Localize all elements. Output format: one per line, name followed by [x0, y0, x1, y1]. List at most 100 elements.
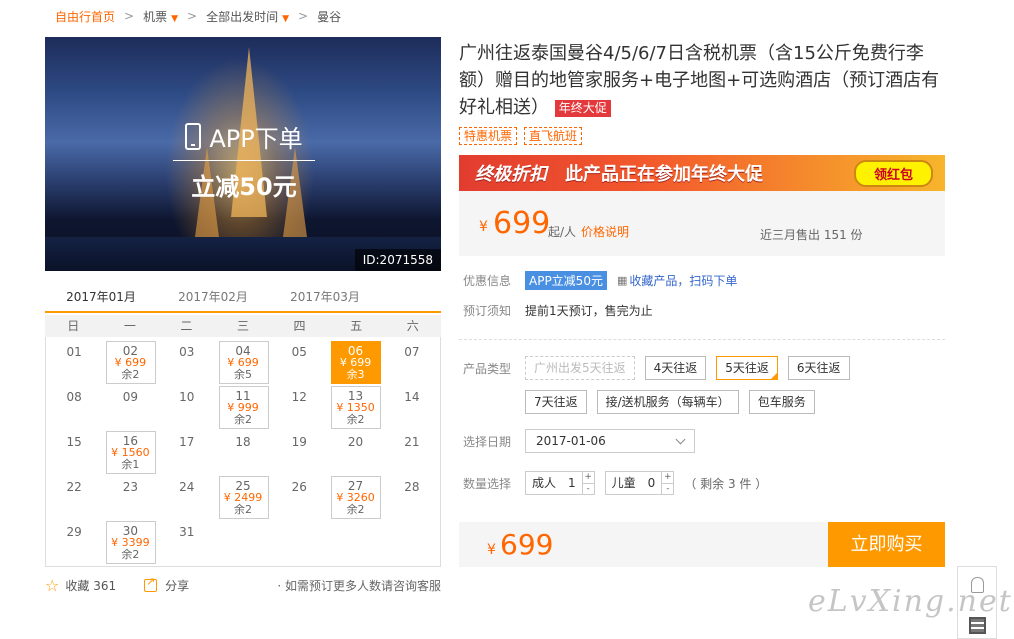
calendar-day-cell[interactable]: 04 ¥ 699 余5 — [215, 337, 271, 384]
calendar-day-cell: 03 — [159, 337, 215, 382]
option-6day[interactable]: 6天往返 — [787, 356, 850, 380]
buy-bar: ¥ 699 立即购买 — [459, 522, 945, 567]
decrement-icon[interactable]: - — [582, 482, 594, 495]
calendar-day-cell: 26 — [271, 472, 327, 517]
option-charter-car[interactable]: 包车服务 — [748, 390, 815, 414]
option-airport-transfer[interactable]: 接/送机服务（每辆车） — [596, 390, 739, 414]
calendar-day-number: 05 — [291, 345, 307, 359]
calendar-day-cell: 05 — [271, 337, 327, 382]
option-guangzhou-5day: 广州出发5天往返 — [525, 356, 635, 380]
calendar-day-cell: 08 — [46, 382, 102, 427]
calendar-day-remaining: 余2 — [233, 413, 252, 426]
calendar-day-cell[interactable]: 02 ¥ 699 余2 — [102, 337, 158, 384]
weekday-label: 三 — [236, 319, 249, 333]
product-tags: 特惠机票 直飞航班 — [459, 127, 583, 145]
product-hero-image: APP下单 立减50元 ID:2071558 — [45, 37, 441, 271]
option-4day[interactable]: 4天往返 — [644, 356, 707, 380]
stock-remaining: （ 剩余 3 件 ） — [684, 476, 768, 491]
weekday-label: 一 — [123, 319, 136, 333]
promo-tag: 年终大促 — [554, 99, 611, 117]
quantity-row: 数量选择 成人 1 + - 儿童 0 + - （ 剩余 3 件 ） — [463, 471, 767, 495]
app-promo-line2: 立减50元 — [191, 173, 297, 201]
app-promo-line1: APP下单 — [209, 125, 303, 153]
breadcrumb-item-label: 机票 — [143, 9, 168, 24]
tab-month-jan[interactable]: 2017年01月 — [45, 286, 157, 311]
qr-code-icon[interactable] — [969, 617, 986, 634]
tag-direct-flight: 直飞航班 — [524, 127, 583, 145]
watermark: eLvXing.net — [808, 584, 1013, 619]
discount-label: 优惠信息 — [463, 274, 512, 288]
breadcrumb-item-flight[interactable]: 机票 ▼ — [143, 8, 178, 25]
calendar-day-remaining: 余5 — [233, 368, 252, 381]
calendar-day-number: 07 — [404, 345, 420, 359]
promo-banner[interactable]: 终极折扣 此产品正在参加年终大促 领红包 — [459, 155, 945, 191]
calendar-day-number: 01 — [66, 345, 82, 359]
calendar-day-number: 26 — [291, 480, 307, 494]
calendar-day-cell[interactable]: 11 ¥ 999 余2 — [215, 382, 271, 429]
product-type-row-2: 7天往返 接/送机服务（每辆车） 包车服务 — [525, 390, 815, 414]
calendar-weekday-header: 日 一 二 三 四 五 六 — [45, 315, 441, 337]
date-select-dropdown[interactable]: 2017-01-06 — [525, 429, 695, 453]
breadcrumb-home-link[interactable]: 自由行首页 — [55, 8, 115, 25]
total-amount: 699 — [500, 528, 554, 561]
booking-notice-text: 提前1天预订，售完为止 — [525, 304, 653, 318]
calendar-day-cell: 17 — [159, 427, 215, 472]
adult-value[interactable]: 1 — [562, 472, 582, 494]
buy-now-button[interactable]: 立即购买 — [828, 522, 945, 567]
product-type-row: 产品类型 广州出发5天往返 4天往返 5天往返 6天往返 — [463, 356, 850, 380]
tab-month-mar[interactable]: 2017年03月 — [269, 286, 381, 311]
calendar-day-cell[interactable]: 16 ¥ 1560 余1 — [102, 427, 158, 474]
calendar-day-number: 14 — [404, 390, 420, 404]
favorite-button[interactable]: 收藏 361 — [65, 577, 116, 594]
calendar-day-number: 21 — [404, 435, 420, 449]
child-quantity-stepper[interactable]: 儿童 0 + - — [604, 471, 675, 495]
favorite-scan-link[interactable]: 收藏产品，扫码下单 — [629, 272, 737, 289]
child-label: 儿童 — [611, 476, 636, 490]
weekday-label: 二 — [180, 319, 193, 333]
weekday-label: 六 — [406, 319, 419, 333]
decrement-icon[interactable]: - — [662, 482, 674, 495]
adult-quantity-stepper[interactable]: 成人 1 + - — [525, 471, 595, 495]
divider — [459, 339, 945, 340]
date-select-label: 选择日期 — [463, 434, 512, 449]
calendar-day-number: 20 — [347, 435, 364, 449]
claim-red-packet-button[interactable]: 领红包 — [853, 159, 933, 187]
breadcrumb-item-departure-time[interactable]: 全部出发时间 ▼ — [206, 8, 289, 25]
calendar-day-remaining: 余3 — [346, 368, 365, 381]
increment-icon[interactable]: + — [583, 472, 594, 483]
group-booking-note: · 如需预订更多人数请咨询客服 — [277, 579, 441, 593]
calendar-day-cell[interactable]: 27 ¥ 3260 余2 — [327, 472, 383, 519]
calendar-day-cell: 22 — [46, 472, 102, 517]
calendar-day-remaining: 余2 — [121, 548, 140, 561]
calendar-day-remaining: 余1 — [121, 458, 140, 471]
adult-label: 成人 — [532, 476, 557, 490]
share-icon[interactable] — [144, 575, 158, 592]
calendar-day-cell: 18 — [215, 427, 271, 472]
star-icon[interactable]: ☆ — [45, 576, 59, 595]
calendar-day-cell[interactable]: 13 ¥ 1350 余2 — [327, 382, 383, 429]
calendar-day-cell[interactable]: 25 ¥ 2499 余2 — [215, 472, 271, 519]
calendar-day-number: 12 — [291, 390, 307, 404]
option-5day[interactable]: 5天往返 — [716, 356, 778, 380]
calendar-day-cell: 19 — [271, 427, 327, 472]
option-7day[interactable]: 7天往返 — [525, 390, 587, 414]
increment-icon[interactable]: + — [662, 472, 673, 483]
calendar-day-cell[interactable]: 06 ¥ 699 余3 — [327, 337, 383, 384]
product-type-label: 产品类型 — [463, 361, 512, 376]
breadcrumb-separator: > — [187, 9, 198, 23]
calendar-day-cell: 20 — [327, 427, 383, 472]
child-value[interactable]: 0 — [642, 472, 662, 494]
weekday-label: 日 — [67, 319, 80, 333]
tab-month-feb[interactable]: 2017年02月 — [157, 286, 269, 311]
share-button[interactable]: 分享 — [165, 577, 189, 594]
calendar-day-cell: 15 — [46, 427, 102, 472]
app-discount-badge: APP立减50元 — [525, 271, 607, 290]
price-explain-link[interactable]: 价格说明 — [581, 223, 629, 240]
calendar-day-cell[interactable]: 30 ¥ 3399 余2 — [102, 517, 158, 564]
calendar-grid: 01 02 ¥ 699 余2 03 04 ¥ 699 余5 05 06 ¥ 699 余3 07 08 09 1… — [45, 337, 441, 567]
total-currency: ¥ — [487, 542, 496, 558]
breadcrumb-item-destination: 曼谷 — [317, 9, 342, 24]
chevron-down-icon — [675, 434, 686, 444]
calendar-day-remaining: 余2 — [346, 413, 365, 426]
breadcrumb-separator: > — [124, 9, 135, 23]
